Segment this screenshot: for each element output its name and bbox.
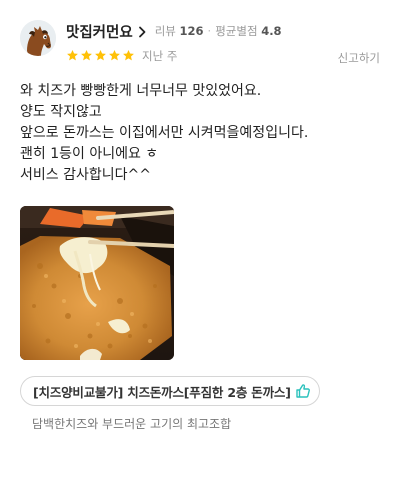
star-icon	[80, 47, 93, 60]
user-stats: 리뷰 126 · 평균별점 4.8	[154, 24, 282, 38]
user-info-row: 맛집커먼요 리뷰 126 · 평균별점 4.8	[66, 20, 282, 42]
review-card: 맛집커먼요 리뷰 126 · 평균별점 4.8 지난 주 신고하기 와 치즈가 빵빵…	[0, 0, 400, 480]
food-photo-image	[20, 206, 174, 360]
menu-tag-label: [치즈양비교불가] 치즈돈까스[푸짐한 2층 돈까스]	[33, 384, 291, 400]
star-icon	[122, 47, 135, 60]
review-date: 지난 주	[142, 49, 178, 63]
review-text-line: 와 치즈가 빵빵한게 너무너무 맛있었어요.	[20, 83, 262, 99]
star-icon	[94, 47, 107, 60]
review-photo[interactable]	[20, 206, 174, 360]
horse-avatar-icon	[20, 20, 56, 56]
review-text-line: 서비스 감사합니다^^	[20, 167, 151, 183]
avg-rating: 4.8	[261, 24, 282, 38]
review-text: 와 치즈가 빵빵한게 너무너무 맛있었어요. 양도 작지않고앞으로 돈까스는 이집…	[20, 81, 380, 186]
user-name[interactable]: 맛집커먼요	[66, 21, 133, 42]
menu-tag-button[interactable]: [치즈양비교불가] 치즈돈까스[푸짐한 2층 돈까스]	[20, 376, 320, 406]
user-avatar[interactable]	[20, 20, 56, 56]
review-text-line: 앞으로 돈까스는 이집에서만 시켜먹을예정입니다.	[20, 125, 309, 141]
review-header: 맛집커먼요 리뷰 126 · 평균별점 4.8 지난 주 신고하기	[20, 18, 380, 66]
review-count: 126	[179, 24, 204, 38]
review-text-line: 양도 작지않고	[20, 104, 102, 120]
review-count-label: 리뷰	[154, 24, 176, 38]
star-icon	[66, 47, 79, 60]
star-icon	[108, 47, 121, 60]
review-text-line: 괜히 1등이 아니에요 ㅎ	[20, 146, 159, 162]
rating-row: 지난 주	[66, 48, 177, 64]
thumbs-up-icon	[295, 383, 311, 399]
star-rating	[66, 47, 136, 66]
chevron-right-icon[interactable]	[135, 24, 149, 38]
report-button[interactable]: 신고하기	[338, 50, 380, 66]
menu-comment: 담백한치즈와 부드러운 고기의 최고조합	[32, 417, 232, 431]
avg-rating-label: 평균별점	[215, 24, 258, 38]
